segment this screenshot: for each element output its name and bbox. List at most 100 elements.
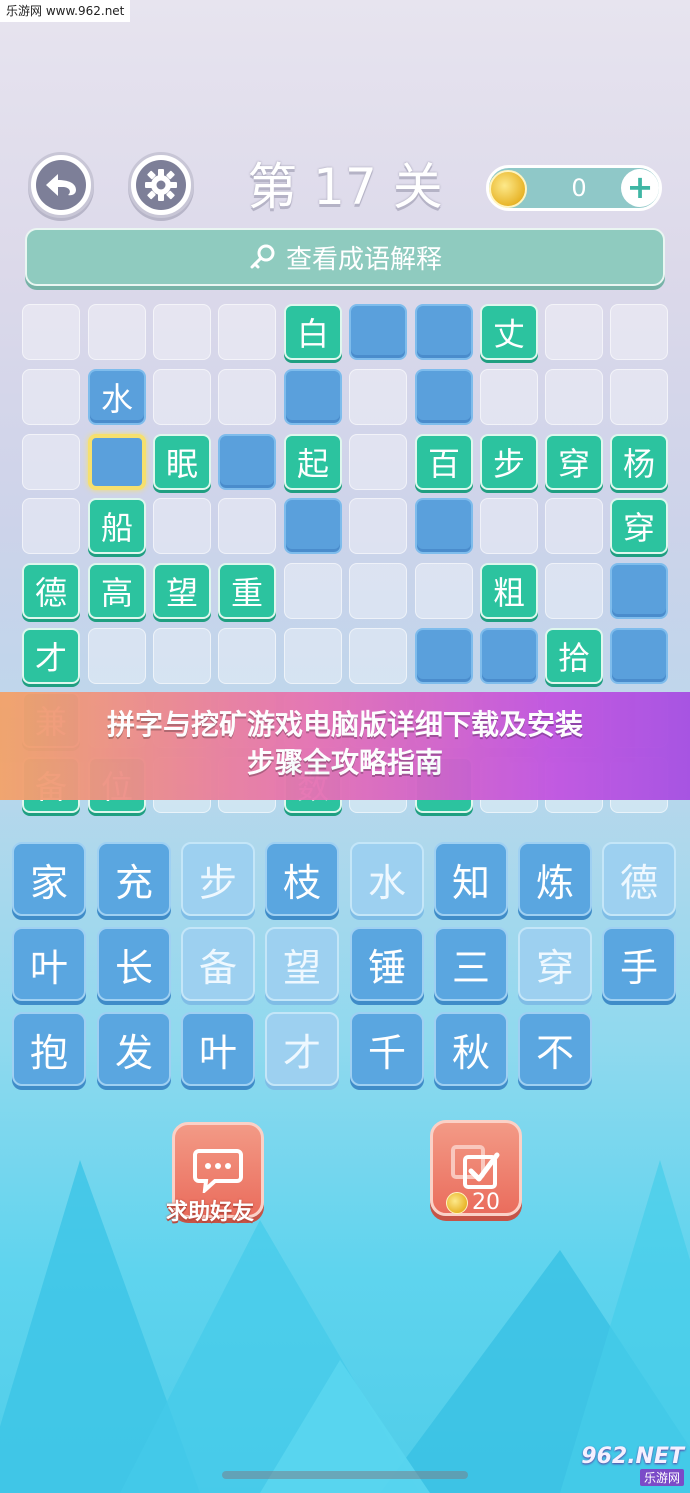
grid-cell[interactable] — [415, 304, 473, 360]
grid-cell[interactable] — [218, 498, 276, 554]
grid-cell: 杨 — [610, 434, 668, 490]
grid-cell: 步 — [480, 434, 538, 490]
grid-cell: 高 — [88, 563, 146, 619]
explain-idiom-button[interactable]: 查看成语解释 — [25, 228, 665, 286]
character-choices: 家充步枝水知炼德叶长备望锤三穿手抱发叶才千秋不 — [12, 842, 680, 1092]
grid-cell[interactable] — [22, 498, 80, 554]
grid-cell[interactable] — [88, 434, 146, 490]
grid-cell: 穿 — [610, 498, 668, 554]
grid-cell[interactable] — [218, 369, 276, 425]
choice-tile[interactable]: 长 — [97, 927, 171, 1001]
grid-cell[interactable] — [218, 628, 276, 684]
choice-tile[interactable]: 炼 — [518, 842, 592, 916]
grid-cell[interactable] — [284, 498, 342, 554]
chat-bubble-icon — [193, 1149, 243, 1193]
choice-tile[interactable]: 锤 — [350, 927, 424, 1001]
grid-cell[interactable] — [610, 304, 668, 360]
choice-tile[interactable]: 三 — [434, 927, 508, 1001]
grid-cell[interactable] — [349, 498, 407, 554]
grid-cell: 百 — [415, 434, 473, 490]
grid-cell[interactable] — [349, 369, 407, 425]
grid-cell[interactable] — [88, 628, 146, 684]
grid-cell: 重 — [218, 563, 276, 619]
grid-cell[interactable] — [22, 304, 80, 360]
grid-cell[interactable] — [415, 563, 473, 619]
grid-cell[interactable] — [218, 304, 276, 360]
choice-tile[interactable]: 叶 — [181, 1012, 255, 1086]
grid-cell[interactable] — [480, 628, 538, 684]
banner-line-2: 步骤全攻略指南 — [246, 746, 443, 779]
watermark-top: 乐游网 www.962.net — [0, 0, 131, 22]
grid-cell[interactable] — [349, 563, 407, 619]
choice-tile[interactable]: 穿 — [518, 927, 592, 1001]
grid-cell[interactable] — [480, 369, 538, 425]
choice-tile[interactable]: 手 — [602, 927, 676, 1001]
checkbox-icon — [451, 1145, 500, 1189]
grid-cell[interactable]: 水 — [88, 369, 146, 425]
grid-cell[interactable] — [88, 304, 146, 360]
choice-tile[interactable]: 知 — [434, 842, 508, 916]
choice-tile[interactable]: 不 — [518, 1012, 592, 1086]
choice-tile[interactable]: 枝 — [265, 842, 339, 916]
grid-cell[interactable] — [284, 369, 342, 425]
back-button[interactable] — [28, 152, 94, 218]
grid-cell[interactable] — [545, 369, 603, 425]
grid-cell[interactable] — [480, 498, 538, 554]
grid-cell[interactable] — [218, 434, 276, 490]
grid-cell[interactable] — [349, 304, 407, 360]
grid-cell: 船 — [88, 498, 146, 554]
grid-cell[interactable] — [153, 628, 211, 684]
grid-cell[interactable] — [610, 369, 668, 425]
grid-cell[interactable] — [153, 498, 211, 554]
grid-cell[interactable] — [415, 498, 473, 554]
choice-tile[interactable]: 步 — [181, 842, 255, 916]
grid-cell[interactable] — [545, 304, 603, 360]
grid-cell[interactable] — [610, 563, 668, 619]
choice-tile[interactable]: 水 — [350, 842, 424, 916]
grid-cell: 丈 — [480, 304, 538, 360]
grid-cell[interactable] — [284, 563, 342, 619]
grid-cell[interactable] — [22, 434, 80, 490]
grid-cell[interactable] — [349, 434, 407, 490]
choice-tile[interactable]: 发 — [97, 1012, 171, 1086]
choice-tile[interactable]: 才 — [265, 1012, 339, 1086]
grid-cell[interactable] — [545, 563, 603, 619]
choice-tile[interactable]: 家 — [12, 842, 86, 916]
coin-icon — [489, 170, 527, 208]
grid-cell: 拾 — [545, 628, 603, 684]
choice-tile[interactable]: 叶 — [12, 927, 86, 1001]
coin-balance: 0 + — [486, 165, 662, 211]
home-indicator[interactable] — [222, 1471, 468, 1479]
grid-cell: 穿 — [545, 434, 603, 490]
choice-tile[interactable]: 秋 — [434, 1012, 508, 1086]
ask-friend-label: 求助好友 — [166, 1199, 255, 1225]
choice-tile[interactable]: 德 — [602, 842, 676, 916]
gear-icon — [136, 160, 186, 210]
grid-cell: 才 — [22, 628, 80, 684]
grid-cell[interactable] — [349, 628, 407, 684]
watermark-sub: 乐游网 — [639, 1469, 684, 1486]
grid-cell[interactable] — [415, 369, 473, 425]
grid-cell[interactable] — [545, 498, 603, 554]
grid-cell[interactable] — [153, 369, 211, 425]
add-coins-button[interactable]: + — [621, 169, 659, 207]
watermark-logo: 962.NET — [581, 1444, 684, 1469]
reveal-cost: 20 — [446, 1190, 500, 1215]
grid-cell: 眠 — [153, 434, 211, 490]
explain-label: 查看成语解释 — [285, 244, 442, 275]
grid-cell[interactable] — [610, 628, 668, 684]
choice-tile[interactable]: 抱 — [12, 1012, 86, 1086]
grid-cell[interactable] — [284, 628, 342, 684]
grid-cell[interactable] — [415, 628, 473, 684]
grid-cell: 粗 — [480, 563, 538, 619]
grid-cell[interactable] — [22, 369, 80, 425]
mountain-background — [0, 1160, 690, 1493]
grid-cell: 白 — [284, 304, 342, 360]
choice-tile[interactable]: 千 — [350, 1012, 424, 1086]
choice-tile[interactable]: 望 — [265, 927, 339, 1001]
choice-tile[interactable]: 充 — [97, 842, 171, 916]
grid-cell[interactable] — [153, 304, 211, 360]
coin-icon — [446, 1191, 468, 1214]
choice-tile[interactable]: 备 — [181, 927, 255, 1001]
settings-button[interactable] — [128, 152, 194, 218]
